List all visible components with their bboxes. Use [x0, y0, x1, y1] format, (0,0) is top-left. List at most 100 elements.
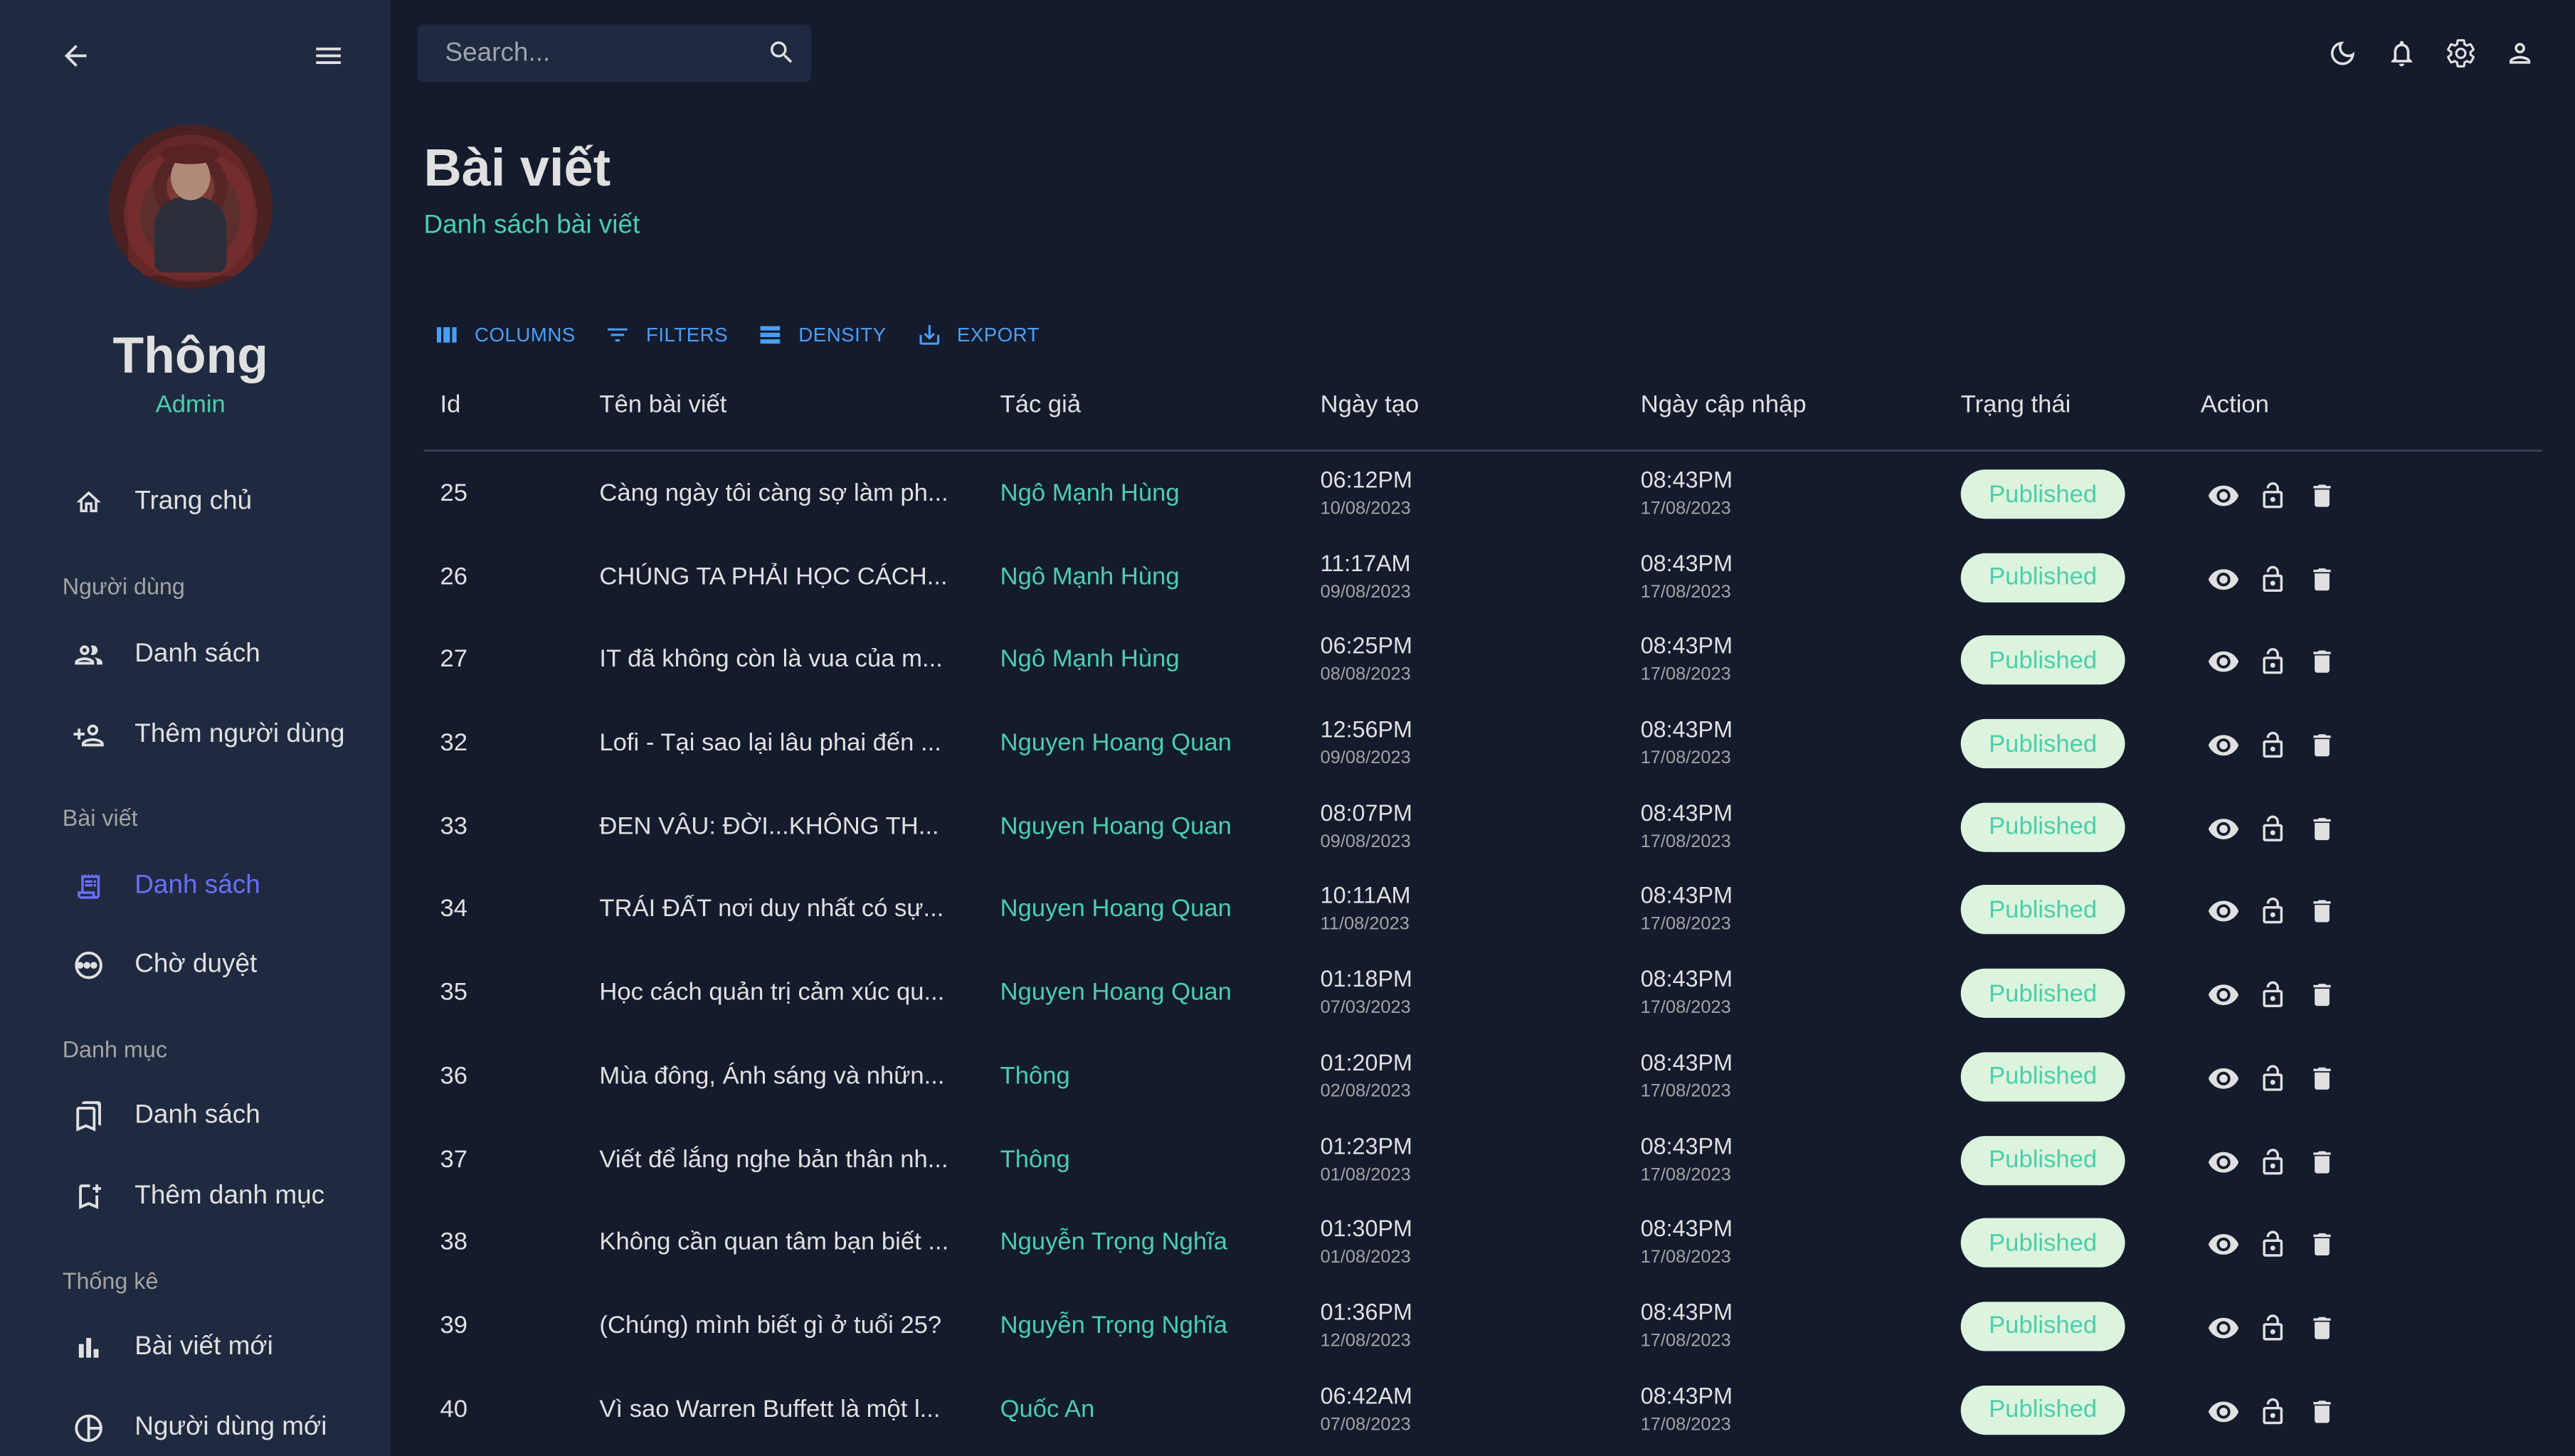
export-button[interactable]: EXPORT — [916, 322, 1040, 348]
cell-author[interactable]: Nguyen Hoang Quan — [1000, 979, 1232, 1006]
sidebar-item-add-user[interactable]: Thêm người dùng — [63, 709, 391, 762]
table-row[interactable]: 36 Mùa đông, Ánh sáng và nhữn... Thông 0… — [423, 1034, 2542, 1117]
lock-icon[interactable] — [2256, 1312, 2289, 1344]
cell-author[interactable]: Nguyen Hoang Quan — [1000, 729, 1232, 757]
sidebar-item-home[interactable]: Trang chủ — [63, 476, 391, 528]
cell-author[interactable]: Thông — [1000, 1062, 1070, 1090]
header-id[interactable]: Id — [440, 390, 461, 418]
sidebar-item-users-list[interactable]: Danh sách — [63, 629, 391, 681]
notifications-icon[interactable] — [2384, 36, 2417, 69]
lock-icon[interactable] — [2256, 1062, 2289, 1095]
table-row[interactable]: 27 IT đã không còn là vua của m... Ngô M… — [423, 618, 2542, 701]
table-row[interactable]: 39 (Chúng) mình biết gì ở tuổi 25? Nguyễ… — [423, 1284, 2542, 1367]
person-icon[interactable] — [2502, 36, 2535, 69]
cell-author[interactable]: Thông — [1000, 1145, 1070, 1173]
sidebar-item-categories-list[interactable]: Danh sách — [63, 1090, 391, 1143]
header-created[interactable]: Ngày tạo — [1321, 390, 1419, 418]
table-row[interactable]: 40 Vì sao Warren Buffett là một l... Quố… — [423, 1367, 2542, 1450]
delete-icon[interactable] — [2305, 563, 2338, 595]
table-row[interactable]: 26 CHÚNG TA PHẢI HỌC CÁCH... Ngô Mạnh Hù… — [423, 535, 2542, 618]
status-badge: Published — [1960, 802, 2125, 852]
table-row[interactable]: 33 ĐEN VÂU: ĐỜI...KHÔNG TH... Nguyen Hoa… — [423, 785, 2542, 868]
table-row[interactable]: 37 Viết để lắng nghe bản thân nh... Thôn… — [423, 1117, 2542, 1201]
view-icon[interactable] — [2207, 1062, 2240, 1095]
updated-date: 17/08/2023 — [1640, 1164, 1731, 1185]
view-icon[interactable] — [2207, 1312, 2240, 1344]
delete-icon[interactable] — [2305, 1395, 2338, 1428]
sidebar-item-label: Trang chủ — [134, 487, 253, 516]
delete-icon[interactable] — [2305, 1145, 2338, 1178]
cell-author[interactable]: Nguyen Hoang Quan — [1000, 812, 1232, 840]
view-icon[interactable] — [2207, 1228, 2240, 1261]
header-author[interactable]: Tác giả — [1000, 390, 1082, 418]
cell-author[interactable]: Nguyễn Trọng Nghĩa — [1000, 1228, 1227, 1256]
view-icon[interactable] — [2207, 1145, 2240, 1178]
delete-icon[interactable] — [2305, 896, 2338, 928]
view-icon[interactable] — [2207, 896, 2240, 928]
search-input[interactable] — [441, 36, 761, 73]
table-row[interactable]: 35 Học cách quản trị cảm xúc qu... Nguye… — [423, 951, 2542, 1034]
updated-time: 08:43PM — [1640, 1381, 1733, 1408]
delete-icon[interactable] — [2305, 979, 2338, 1011]
view-icon[interactable] — [2207, 1395, 2240, 1428]
sidebar-item-new-users[interactable]: Người dùng mới — [63, 1402, 391, 1455]
delete-icon[interactable] — [2305, 646, 2338, 679]
columns-button[interactable]: COLUMNS — [433, 322, 575, 348]
delete-icon[interactable] — [2305, 479, 2338, 512]
lock-icon[interactable] — [2256, 563, 2289, 595]
cell-author[interactable]: Ngô Mạnh Hùng — [1000, 646, 1180, 674]
sidebar-item-add-category[interactable]: Thêm danh mục — [63, 1171, 391, 1223]
cell-created: 11:17AM 09/08/2023 — [1321, 549, 1411, 602]
cell-title: Viết để lắng nghe bản thân nh... — [599, 1144, 948, 1174]
filters-button[interactable]: FILTERS — [605, 322, 728, 348]
view-icon[interactable] — [2207, 479, 2240, 512]
header-updated[interactable]: Ngày cập nhập — [1641, 390, 1807, 418]
lock-icon[interactable] — [2256, 1228, 2289, 1261]
updated-time: 08:43PM — [1640, 1132, 1733, 1159]
lock-icon[interactable] — [2256, 1145, 2289, 1178]
delete-icon[interactable] — [2305, 1312, 2338, 1344]
delete-icon[interactable] — [2305, 1062, 2338, 1095]
delete-icon[interactable] — [2305, 812, 2338, 845]
view-icon[interactable] — [2207, 563, 2240, 595]
created-date: 01/08/2023 — [1320, 1248, 1411, 1268]
table-row[interactable]: 34 TRÁI ĐẤT nơi duy nhất có sự... Nguyen… — [423, 868, 2542, 951]
table-row[interactable]: 38 Không cần quan tâm bạn biết ... Nguyễ… — [423, 1201, 2542, 1284]
lock-icon[interactable] — [2256, 646, 2289, 679]
menu-icon[interactable] — [312, 39, 345, 72]
sidebar-item-new-posts[interactable]: Bài viết mới — [63, 1322, 391, 1374]
row-actions — [2207, 646, 2339, 679]
view-icon[interactable] — [2207, 979, 2240, 1011]
cell-author[interactable]: Nguyễn Trọng Nghĩa — [1000, 1312, 1227, 1339]
header-title[interactable]: Tên bài viết — [599, 390, 726, 418]
cell-author[interactable]: Ngô Mạnh Hùng — [1000, 563, 1180, 590]
lock-icon[interactable] — [2256, 1395, 2289, 1428]
sidebar-item-posts-list[interactable]: Danh sách — [63, 860, 391, 913]
view-icon[interactable] — [2207, 646, 2240, 679]
delete-icon[interactable] — [2305, 729, 2338, 762]
header-action[interactable]: Action — [2201, 390, 2269, 418]
updated-date: 17/08/2023 — [1640, 1331, 1731, 1351]
lock-icon[interactable] — [2256, 896, 2289, 928]
cell-author[interactable]: Ngô Mạnh Hùng — [1000, 479, 1180, 507]
lock-icon[interactable] — [2256, 729, 2289, 762]
lock-icon[interactable] — [2256, 979, 2289, 1011]
table-row[interactable]: 25 Càng ngày tôi càng sợ làm ph... Ngô M… — [423, 452, 2542, 535]
delete-icon[interactable] — [2305, 1228, 2338, 1261]
header-status[interactable]: Trạng thái — [1961, 390, 2071, 418]
settings-icon[interactable] — [2443, 36, 2476, 69]
page-subtitle: Danh sách bài viết — [423, 211, 640, 240]
dark-mode-icon[interactable] — [2325, 36, 2358, 69]
updated-date: 17/08/2023 — [1640, 998, 1731, 1019]
view-icon[interactable] — [2207, 812, 2240, 845]
lock-icon[interactable] — [2256, 479, 2289, 512]
search-icon[interactable] — [767, 38, 797, 68]
cell-author[interactable]: Quốc An — [1000, 1395, 1095, 1423]
sidebar-item-pending[interactable]: Chờ duyệt — [63, 939, 391, 992]
cell-author[interactable]: Nguyen Hoang Quan — [1000, 896, 1232, 923]
lock-icon[interactable] — [2256, 812, 2289, 845]
density-button[interactable]: DENSITY — [758, 322, 887, 348]
back-arrow-icon[interactable] — [59, 39, 92, 72]
view-icon[interactable] — [2207, 729, 2240, 762]
table-row[interactable]: 32 Lofi - Tại sao lại lâu phai đến ... N… — [423, 701, 2542, 785]
